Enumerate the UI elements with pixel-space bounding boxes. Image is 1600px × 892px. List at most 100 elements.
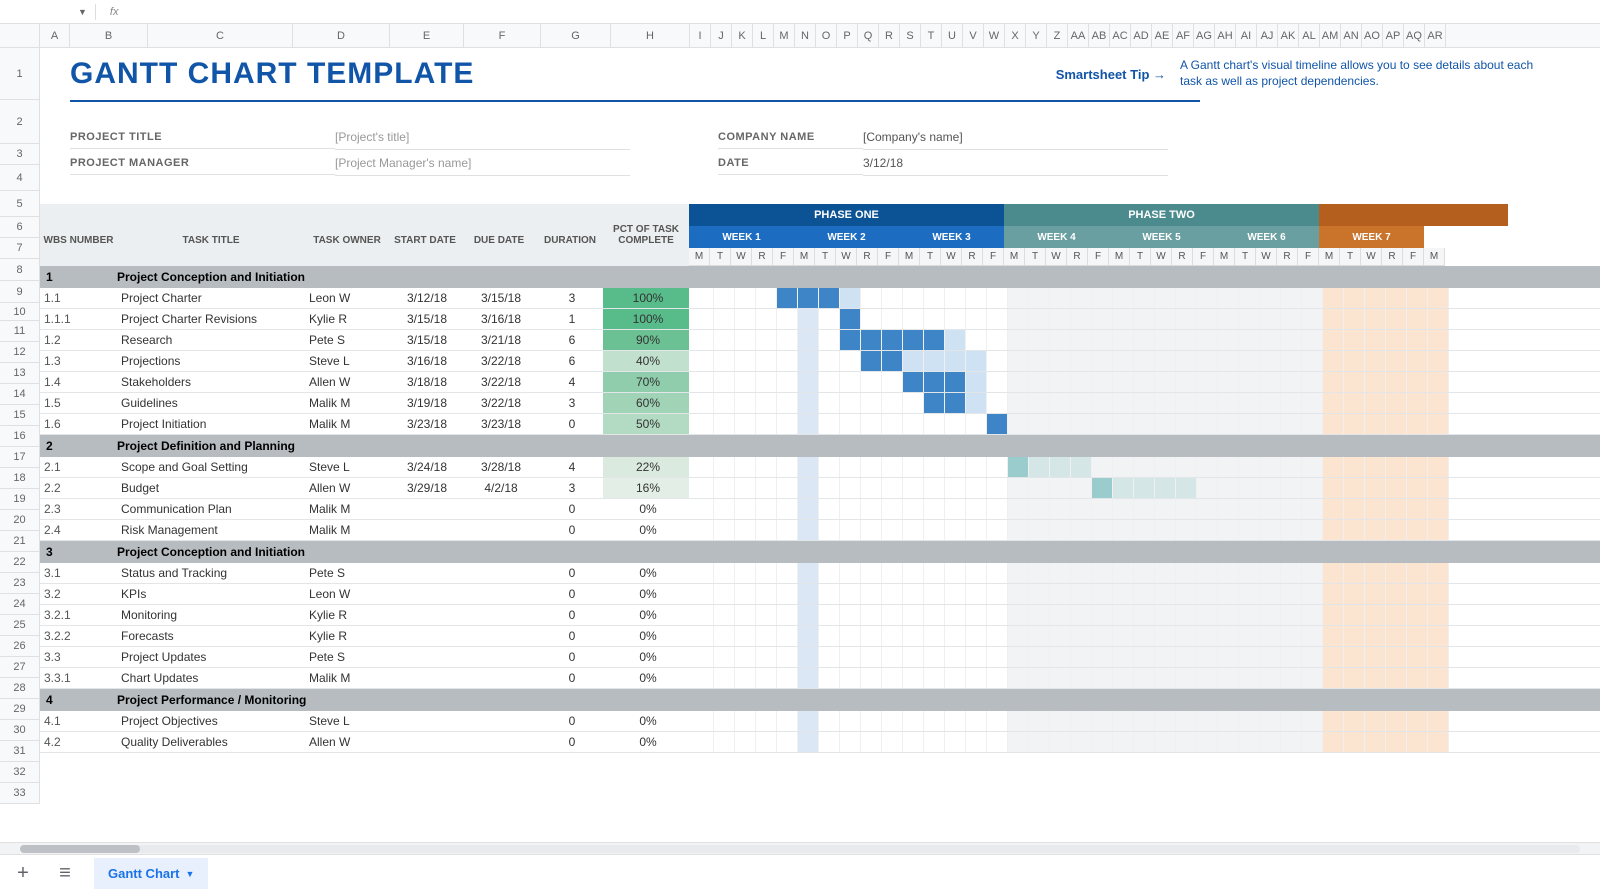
gantt-cell[interactable] <box>1176 563 1197 583</box>
gantt-cell[interactable] <box>882 605 903 625</box>
gantt-cell[interactable] <box>1302 372 1323 392</box>
cell-wbs[interactable]: 3.1 <box>40 566 117 580</box>
gantt-cell[interactable] <box>1176 711 1197 731</box>
gantt-cell[interactable] <box>1407 563 1428 583</box>
gantt-cell[interactable] <box>1071 499 1092 519</box>
gantt-cell[interactable] <box>1323 372 1344 392</box>
gantt-cell[interactable] <box>1344 309 1365 329</box>
column-header[interactable]: AE <box>1152 24 1173 47</box>
cell-pct[interactable]: 0% <box>603 732 689 752</box>
gantt-cell[interactable] <box>1218 288 1239 308</box>
gantt-cell[interactable] <box>1428 605 1449 625</box>
gantt-cell[interactable] <box>1155 520 1176 540</box>
gantt-cell[interactable] <box>1260 414 1281 434</box>
cell-pct[interactable]: 0% <box>603 499 689 519</box>
gantt-cell[interactable] <box>1344 351 1365 371</box>
gantt-cell[interactable] <box>1218 478 1239 498</box>
gantt-cell[interactable] <box>1239 563 1260 583</box>
gantt-cell[interactable] <box>1008 288 1029 308</box>
column-header[interactable]: L <box>753 24 774 47</box>
cell-pct[interactable]: 50% <box>603 414 689 434</box>
gantt-cell[interactable] <box>798 372 819 392</box>
gantt-cell[interactable] <box>1407 520 1428 540</box>
section-row[interactable]: 2Project Definition and Planning <box>40 435 1600 457</box>
gantt-cell[interactable] <box>735 393 756 413</box>
gantt-cell[interactable] <box>693 732 714 752</box>
gantt-cell[interactable] <box>1407 309 1428 329</box>
cell-wbs[interactable]: 1.1 <box>40 291 117 305</box>
gantt-cell[interactable] <box>798 605 819 625</box>
gantt-cell[interactable] <box>1365 605 1386 625</box>
gantt-cell[interactable] <box>1386 563 1407 583</box>
gantt-cell[interactable] <box>1008 520 1029 540</box>
gantt-cell[interactable] <box>1428 330 1449 350</box>
gantt-cell[interactable] <box>1155 288 1176 308</box>
cell-title[interactable]: Stakeholders <box>117 375 305 389</box>
cell-wbs[interactable]: 2.1 <box>40 460 117 474</box>
gantt-cell[interactable] <box>945 414 966 434</box>
gantt-cell[interactable] <box>798 668 819 688</box>
gantt-cell[interactable] <box>924 668 945 688</box>
column-header[interactable]: S <box>900 24 921 47</box>
gantt-cell[interactable] <box>1428 584 1449 604</box>
gantt-cell[interactable] <box>1071 309 1092 329</box>
gantt-cell[interactable] <box>1386 457 1407 477</box>
gantt-cell[interactable] <box>1008 584 1029 604</box>
column-header[interactable]: T <box>921 24 942 47</box>
gantt-cell[interactable] <box>840 584 861 604</box>
gantt-cell[interactable] <box>693 711 714 731</box>
gantt-cell[interactable] <box>987 330 1008 350</box>
gantt-cell[interactable] <box>1134 309 1155 329</box>
gantt-cell[interactable] <box>777 626 798 646</box>
cell-duration[interactable]: 0 <box>537 523 603 537</box>
gantt-cell[interactable] <box>1155 499 1176 519</box>
gantt-cell[interactable] <box>735 520 756 540</box>
gantt-cell[interactable] <box>1260 605 1281 625</box>
gantt-cell[interactable] <box>1176 499 1197 519</box>
gantt-cell[interactable] <box>1008 330 1029 350</box>
cell-wbs[interactable]: 3.2.1 <box>40 608 117 622</box>
gantt-cell[interactable] <box>1386 309 1407 329</box>
gantt-cell[interactable] <box>1239 351 1260 371</box>
add-sheet-button[interactable]: + <box>10 861 36 887</box>
gantt-cell[interactable] <box>1281 288 1302 308</box>
gantt-cell[interactable] <box>924 626 945 646</box>
gantt-cell[interactable] <box>945 520 966 540</box>
gantt-cell[interactable] <box>1323 584 1344 604</box>
gantt-cell[interactable] <box>756 330 777 350</box>
gantt-cell[interactable] <box>840 351 861 371</box>
gantt-cell[interactable] <box>735 351 756 371</box>
gantt-cell[interactable] <box>924 372 945 392</box>
gantt-cell[interactable] <box>861 478 882 498</box>
gantt-cell[interactable] <box>1197 393 1218 413</box>
gantt-cell[interactable] <box>945 626 966 646</box>
gantt-cell[interactable] <box>882 626 903 646</box>
gantt-cell[interactable] <box>798 351 819 371</box>
gantt-cell[interactable] <box>1197 647 1218 667</box>
gantt-cell[interactable] <box>1092 499 1113 519</box>
gantt-cell[interactable] <box>1029 351 1050 371</box>
column-header[interactable]: M <box>774 24 795 47</box>
cell-due[interactable]: 3/22/18 <box>461 354 537 368</box>
gantt-cell[interactable] <box>1008 647 1029 667</box>
gantt-cell[interactable] <box>819 584 840 604</box>
gantt-cell[interactable] <box>840 563 861 583</box>
row-number[interactable]: 26 <box>0 636 40 657</box>
gantt-cell[interactable] <box>777 711 798 731</box>
row-number[interactable]: 16 <box>0 426 40 447</box>
gantt-cell[interactable] <box>819 647 840 667</box>
gantt-cell[interactable] <box>1218 668 1239 688</box>
gantt-cell[interactable] <box>1407 626 1428 646</box>
gantt-cell[interactable] <box>1029 499 1050 519</box>
gantt-cell[interactable] <box>735 330 756 350</box>
gantt-cell[interactable] <box>1218 330 1239 350</box>
gantt-cell[interactable] <box>966 351 987 371</box>
gantt-cell[interactable] <box>1260 457 1281 477</box>
gantt-cell[interactable] <box>1029 711 1050 731</box>
table-row[interactable]: 4.2Quality DeliverablesAllen W00% <box>40 732 1600 753</box>
gantt-cell[interactable] <box>1365 711 1386 731</box>
gantt-cell[interactable] <box>1071 372 1092 392</box>
gantt-cell[interactable] <box>1176 668 1197 688</box>
gantt-cell[interactable] <box>819 309 840 329</box>
gantt-cell[interactable] <box>1176 605 1197 625</box>
